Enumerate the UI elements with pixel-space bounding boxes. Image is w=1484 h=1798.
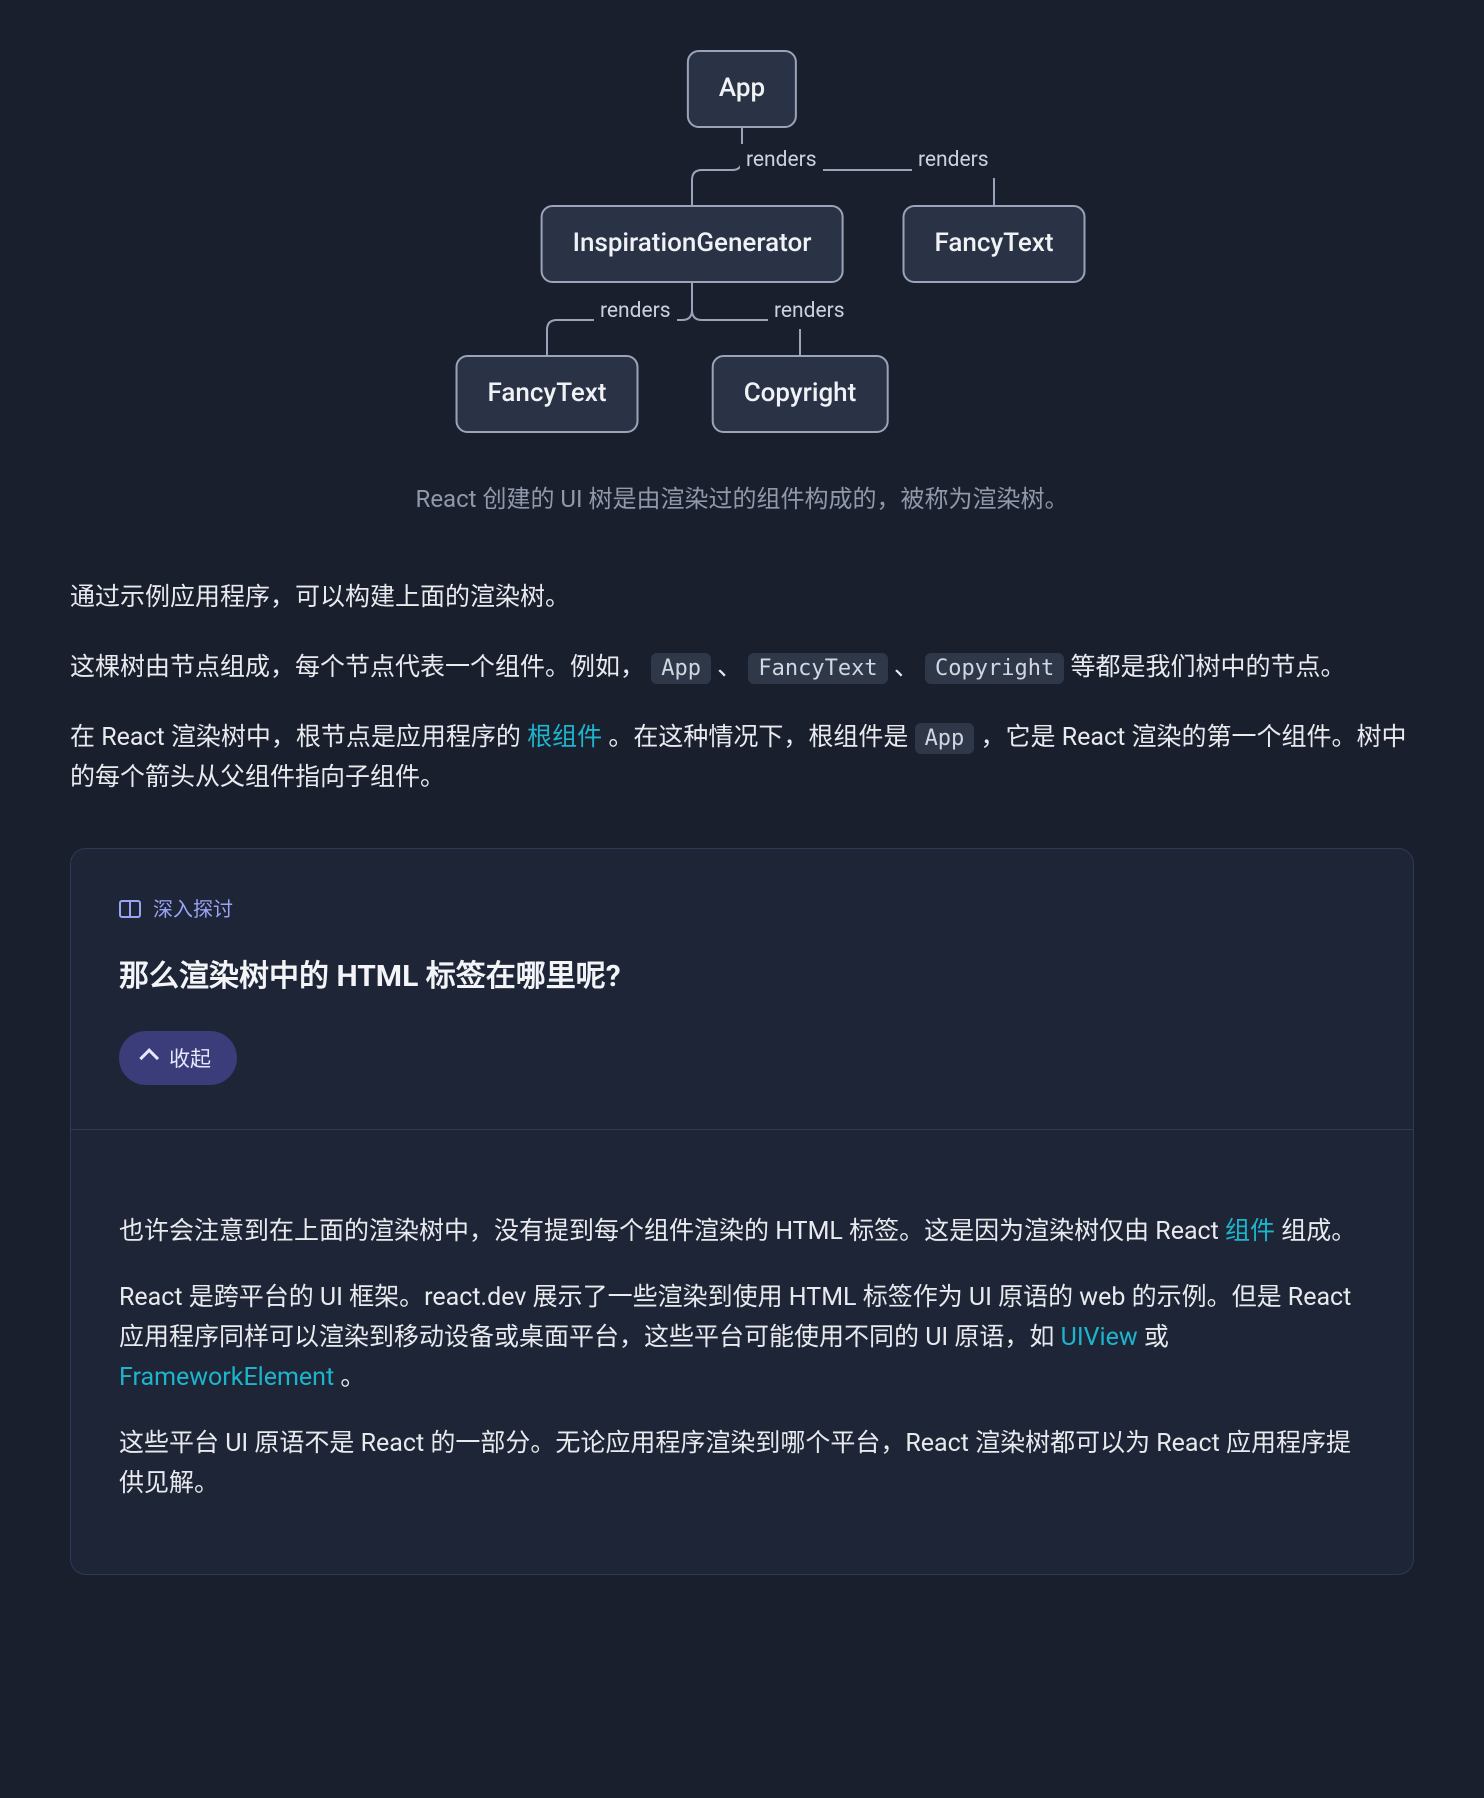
node-app: App	[687, 50, 797, 128]
frameworkelement-link[interactable]: FrameworkElement	[119, 1363, 334, 1392]
code-token: Copyright	[925, 653, 1064, 684]
node-fancy-text: FancyText	[456, 355, 639, 433]
code-token: App	[651, 653, 711, 684]
node-fancy-text: FancyText	[903, 205, 1086, 283]
paragraph: 这些平台 UI 原语不是 React 的一部分。无论应用程序渲染到哪个平台，Re…	[119, 1424, 1365, 1504]
paragraph: 在 React 渲染树中，根节点是应用程序的 根组件 。在这种情况下，根组件是 …	[70, 718, 1414, 798]
book-icon	[119, 900, 141, 918]
paragraph: 这棵树由节点组成，每个节点代表一个组件。例如， App 、 FancyText …	[70, 648, 1414, 688]
edge-label: renders	[594, 295, 677, 329]
collapse-button[interactable]: 收起	[119, 1031, 237, 1085]
deep-dive-tag: 深入探讨	[119, 893, 1365, 925]
code-token: App	[915, 723, 975, 754]
component-link[interactable]: 组件	[1225, 1217, 1275, 1246]
edge-label: renders	[912, 144, 995, 178]
chevron-up-icon	[139, 1048, 159, 1068]
deep-dive-panel: 深入探讨 那么渲染树中的 HTML 标签在哪里呢? 收起 也许会注意到在上面的渲…	[70, 848, 1414, 1575]
root-component-link[interactable]: 根组件	[527, 723, 602, 752]
paragraph: 也许会注意到在上面的渲染树中，没有提到每个组件渲染的 HTML 标签。这是因为渲…	[119, 1212, 1365, 1252]
node-copyright: Copyright	[712, 355, 889, 433]
diagram-caption: React 创建的 UI 树是由渲染过的组件构成的，被称为渲染树。	[416, 480, 1069, 518]
render-tree-diagram: App InspirationGenerator FancyText Fancy…	[70, 50, 1414, 518]
uiview-link[interactable]: UIView	[1061, 1323, 1138, 1352]
panel-title: 那么渲染树中的 HTML 标签在哪里呢?	[119, 953, 1365, 1001]
paragraph: 通过示例应用程序，可以构建上面的渲染树。	[70, 578, 1414, 618]
node-inspiration-generator: InspirationGenerator	[541, 205, 844, 283]
code-token: FancyText	[748, 653, 887, 684]
edge-label: renders	[768, 295, 851, 329]
paragraph: React 是跨平台的 UI 框架。react.dev 展示了一些渲染到使用 H…	[119, 1278, 1365, 1398]
edge-label: renders	[740, 144, 823, 178]
